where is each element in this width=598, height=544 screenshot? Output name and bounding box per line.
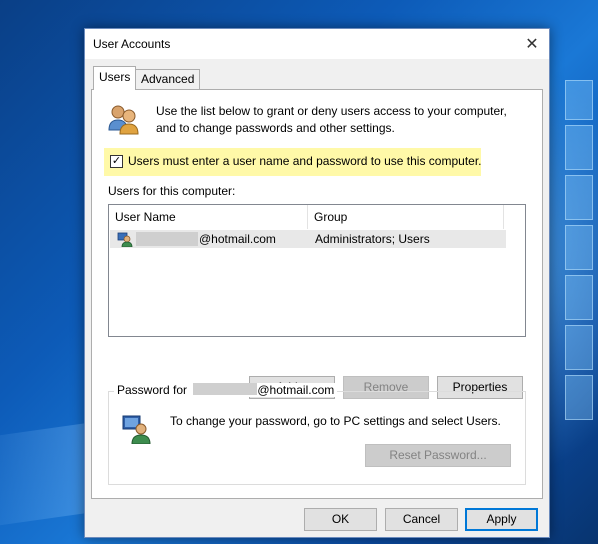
password-group-label: Password for @hotmail.com [114, 383, 338, 397]
password-info-text: To change your password, go to PC settin… [170, 414, 501, 428]
reset-password-button[interactable]: Reset Password... [365, 444, 511, 467]
user-icon [117, 232, 133, 247]
password-groupbox [108, 391, 526, 485]
apply-button[interactable]: Apply [465, 508, 538, 531]
group-cell: Administrators; Users [315, 232, 430, 246]
password-label-suffix: @hotmail.com [257, 383, 335, 397]
password-label-prefix: Password for [117, 383, 188, 397]
intro-text: Use the list below to grant or deny user… [156, 104, 507, 135]
title-bar: User Accounts ✕ [85, 29, 549, 59]
ok-button[interactable]: OK [304, 508, 377, 531]
column-header-group[interactable]: Group [308, 205, 504, 229]
tab-users[interactable]: Users [93, 66, 137, 90]
column-header-user-name[interactable]: User Name [109, 205, 308, 229]
users-list[interactable]: User Name Group @hotmail.com Administrat… [108, 204, 526, 337]
table-row[interactable]: @hotmail.com Administrators; Users [110, 230, 506, 248]
require-password-checkbox[interactable]: ✓ [110, 155, 123, 168]
close-icon[interactable]: ✕ [515, 29, 549, 59]
users-icon [108, 105, 139, 135]
redacted-username [136, 232, 198, 246]
cancel-button[interactable]: Cancel [385, 508, 458, 531]
user-accounts-dialog: User Accounts ✕ Users Advanced Use the l… [84, 28, 550, 538]
tab-advanced[interactable]: Advanced [135, 69, 201, 89]
users-section-label: Users for this computer: [108, 184, 236, 198]
redacted-account-name [193, 383, 258, 395]
password-user-icon [122, 415, 151, 444]
require-password-label[interactable]: Users must enter a user name and passwor… [128, 154, 482, 168]
users-tab-panel: Use the list below to grant or deny user… [91, 89, 543, 499]
window-title: User Accounts [93, 37, 171, 51]
user-name-cell: @hotmail.com [199, 232, 276, 246]
